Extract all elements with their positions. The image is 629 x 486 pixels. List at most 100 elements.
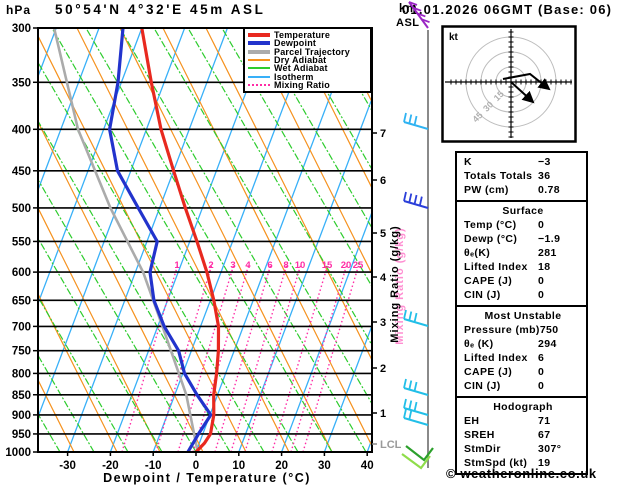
index-row: CAPE (J) 0 [464,365,582,379]
temp-tick-label: 30 [318,460,331,472]
temperature-swatch-icon [248,33,270,38]
indices-section-surface: Surface Temp (°C) 0 Dewp (°C) −1.9 θₑ(K) 281 Li… [457,200,586,305]
legend-label: Mixing Ratio [274,79,330,90]
mixing-ratio-label: 8 [283,260,288,271]
pressure-tick-label: 450 [12,166,31,178]
indices-table: K −3 Totals Totals 36 PW (cm) 0.78 Surface Temp… [455,151,588,475]
index-label: Totals Totals [464,170,533,182]
mixing-ratio-label: 10 [295,260,306,271]
index-row: Totals Totals 36 [464,169,582,183]
isotherm-line [39,29,185,417]
index-label: CAPE (J) [464,275,513,287]
pressure-tick-label: 400 [12,124,31,136]
pressure-tick-label: 300 [12,23,31,35]
index-row: CAPE (J) 0 [464,274,582,288]
index-label: θₑ (K) [464,338,494,350]
isotherm-swatch-icon [248,75,270,78]
mixing-ratio-label: 4 [245,260,251,271]
pressure-tick-label: 700 [12,321,31,333]
index-label: Lifted Index [464,352,528,364]
index-row: StmDir 307° [464,442,582,456]
pressure-tick-label: 900 [12,410,31,422]
section-title: Most Unstable [484,310,562,322]
section-title: Hodograph [493,401,553,413]
isotherm-line [67,29,228,451]
km-tick-label: 4 [380,272,387,284]
index-label: K [464,156,472,168]
lcl-label: LCL [380,439,402,451]
pressure-axis-labels: 300 350 400 450 500 550 600 650 700 750 800 850 900 9… [5,23,38,459]
index-label: CIN (J) [464,289,501,301]
index-row: K −3 [464,155,582,169]
pressure-tick-label: 800 [12,368,31,380]
index-row: Dewp (°C) −1.9 [464,232,582,246]
temp-axis-labels: -30 -20 -10 0 10 20 30 40 [59,452,374,472]
index-label: CAPE (J) [464,366,513,378]
index-value: 750 [539,324,559,336]
pressure-tick-label: 350 [12,77,31,89]
hodograph-unit-label: kt [449,32,459,43]
wind-barb [408,1,429,29]
skewt-chart: 1 2 3 4 6 8 10 15 20 2530035040045050055060065070… [5,1,434,485]
index-row: SREH 67 [464,428,582,442]
indices-section-most-unstable: Most Unstable Pressure (mb) 750 θₑ (K) 294 Li… [457,305,586,396]
index-row: CIN (J) 0 [464,288,582,302]
index-value: 6 [538,352,545,364]
km-tick-label: 6 [380,175,386,187]
mixing-ratio-label: 3 [230,260,235,271]
index-row: Pressure (mb) 750 [464,323,582,337]
wind-barb [403,387,429,396]
index-value: 0.78 [538,184,561,196]
pressure-tick-label: 850 [12,390,31,402]
index-value: 67 [538,429,551,441]
wind-barb [403,121,429,130]
index-value: 71 [538,415,551,427]
index-row: Lifted Index 6 [464,351,582,365]
hodograph: 153045kt [441,25,577,143]
index-value: 18 [538,261,551,273]
index-label: EH [464,415,480,427]
pressure-tick-label: 950 [12,429,31,441]
km-tick-label: 5 [380,228,386,240]
pressure-tick-label: 750 [12,346,31,358]
wind-barb-column [401,1,434,470]
index-value: 0 [538,275,545,287]
mixing-ratio-label: 15 [322,260,333,271]
wind-barb [403,407,429,416]
index-label: Pressure (mb) [464,324,540,336]
index-value: 0 [538,219,545,231]
temperature-curve [140,29,221,451]
dry_adiabat-swatch-icon [248,58,270,61]
legend-item-mixing_ratio: Mixing Ratio [248,79,370,90]
wind-barb [403,200,429,209]
section-title: Surface [502,205,544,217]
dewpoint-swatch-icon [248,41,270,46]
mixing-ratio-label: 2 [208,260,213,271]
mixing_ratio-swatch-icon [248,83,270,86]
index-value: −3 [538,156,551,168]
pressure-tick-label: 650 [12,295,31,307]
index-row: PW (cm) 0.78 [464,183,582,197]
index-row: θₑ(K) 281 [464,246,582,260]
temp-tick-label: 40 [361,460,374,472]
index-value: 294 [538,338,557,350]
km-tick-label: 3 [380,317,386,329]
wet_adiabat-swatch-icon [248,67,270,70]
index-value: 36 [538,170,551,182]
pressure-tick-label: 550 [12,236,31,248]
index-row: θₑ (K) 294 [464,337,582,351]
km-tick-label: 1 [380,408,386,420]
index-label: CIN (J) [464,380,501,392]
mixing-ratio-axis-label: Mixing Ratio (g/kg) [389,225,401,342]
index-label: Lifted Index [464,261,528,273]
indices-section: K −3 Totals Totals 36 PW (cm) 0.78 [457,153,586,200]
mixing-ratio-label: 6 [267,260,272,271]
km-tick-label: 7 [380,128,386,140]
chart-legend: Temperature Dewpoint Parcel Trajectory Dry … [243,27,372,93]
index-value: 0 [538,289,545,301]
index-row: CIN (J) 0 [464,379,582,393]
index-label: StmDir [464,443,501,455]
index-label: SREH [464,429,495,441]
index-value: 0 [538,366,545,378]
index-value: 281 [538,247,557,259]
